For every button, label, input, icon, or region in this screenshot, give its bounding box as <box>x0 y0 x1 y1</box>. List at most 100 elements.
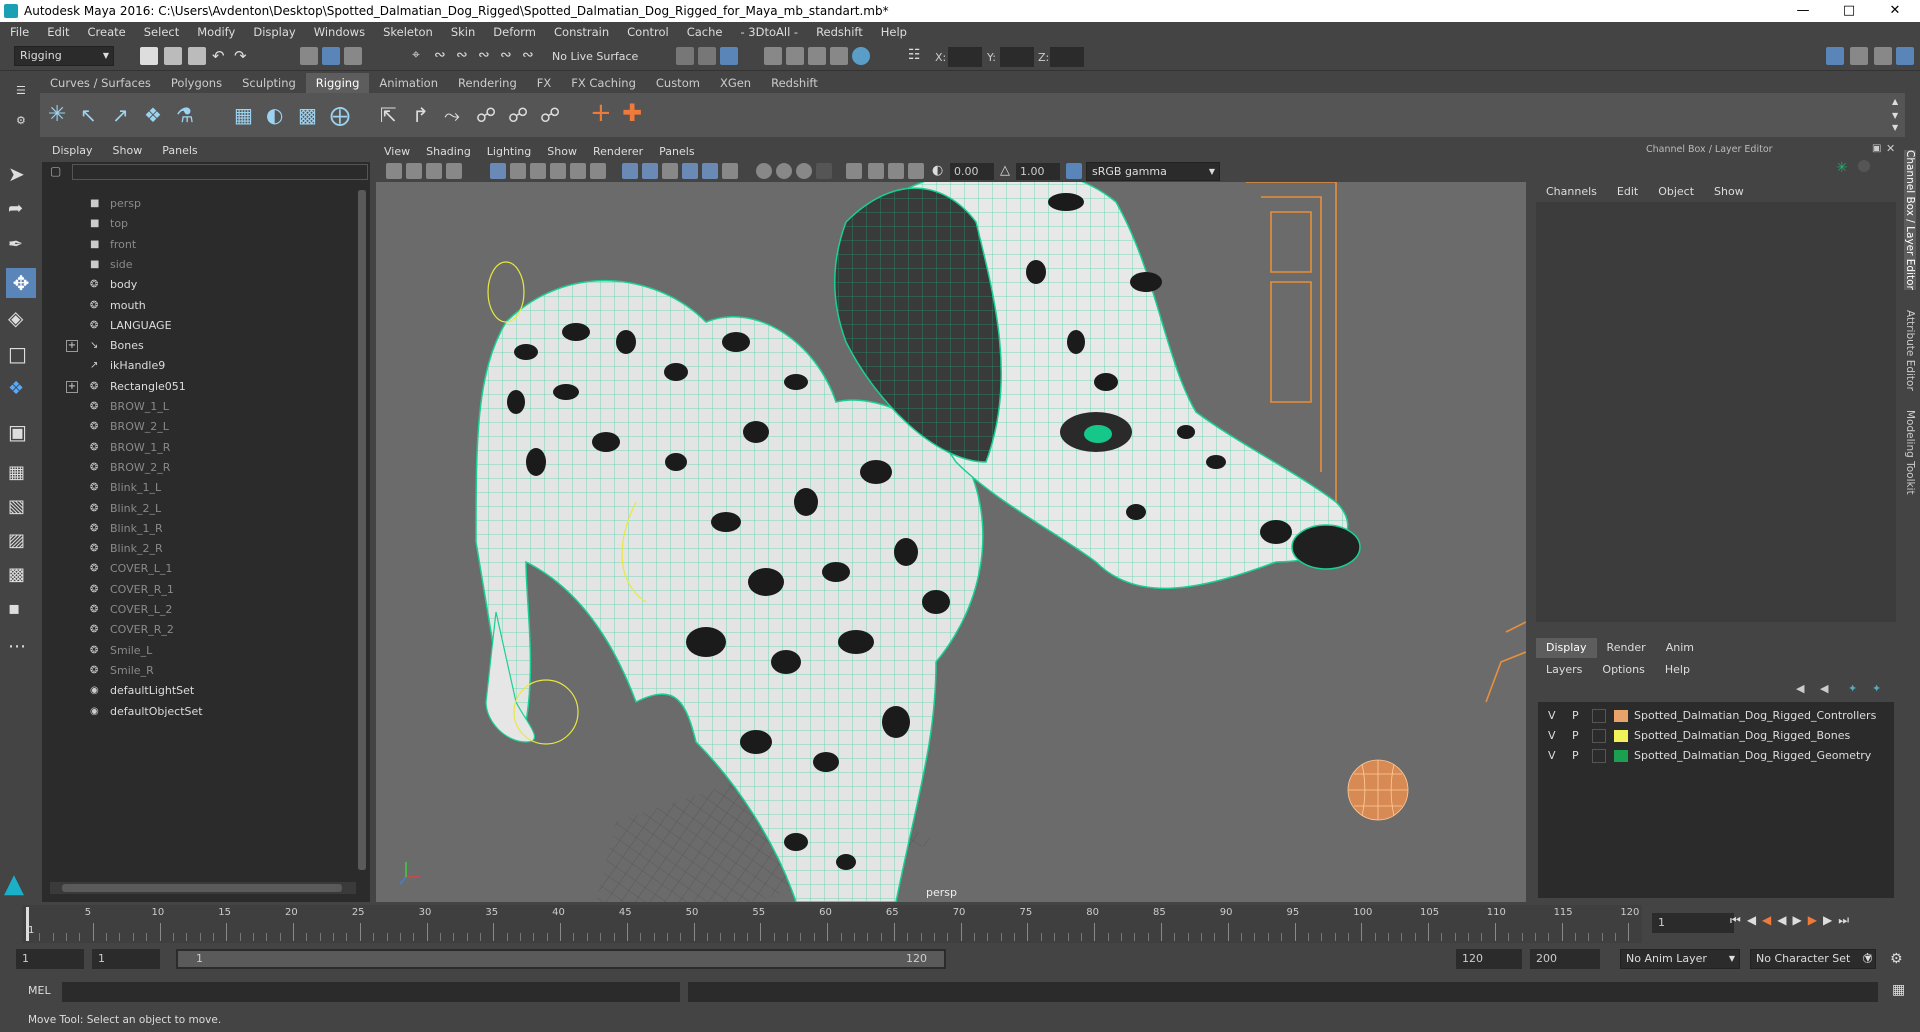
smooth-shade-icon[interactable] <box>642 163 658 179</box>
anim-layer-dropdown[interactable]: No Anim Layer ▼ <box>1620 949 1740 969</box>
outliner-item-front[interactable]: ■ front <box>50 235 350 255</box>
viewport-menu-panels[interactable]: Panels <box>651 142 702 162</box>
outliner-item-cover-r-1[interactable]: ❂ COVER_R_1 <box>50 580 350 600</box>
outliner-item-rectangle051[interactable]: + ❂ Rectangle051 <box>50 377 350 397</box>
color-management-icon[interactable] <box>1066 163 1082 179</box>
current-frame-field[interactable]: 1 <box>1652 913 1734 933</box>
time-slider[interactable]: 1 5 10 15 20 25 30 35 40 45 50 55 60 65 70 75 80 85 90 95 1… <box>22 905 1642 943</box>
hypershade-icon[interactable] <box>830 47 848 65</box>
layer-color-swatch[interactable] <box>1614 710 1628 722</box>
parent-constraint-icon[interactable]: + <box>590 100 614 126</box>
menu-skeleton[interactable]: Skeleton <box>373 22 441 43</box>
lattice-link-icon[interactable]: ☍ <box>508 103 532 127</box>
save-scene-icon[interactable] <box>188 47 206 65</box>
snap-surface-icon[interactable]: ∾ <box>500 47 518 65</box>
antialiasing-icon[interactable] <box>816 163 832 179</box>
render-settings-icon[interactable] <box>808 47 826 65</box>
layer-display-type[interactable] <box>1592 749 1606 763</box>
lattice-icon[interactable]: ▩ <box>298 103 322 127</box>
joint-tool-icon[interactable]: ✳ <box>48 103 72 127</box>
bookmark-icon[interactable] <box>426 163 442 179</box>
menu-constrain[interactable]: Constrain <box>544 22 617 43</box>
expand-icon[interactable]: + <box>66 340 78 353</box>
menu-modify[interactable]: Modify <box>187 22 243 43</box>
outliner-item-brow-2-l[interactable]: ❂ BROW_2_L <box>50 417 350 437</box>
mel-label[interactable]: MEL <box>28 984 51 997</box>
side-tab-channel-box-layer-editor[interactable]: Channel Box / Layer Editor <box>1904 150 1916 290</box>
outliner-item-smile-r[interactable]: ❂ Smile_R <box>50 661 350 681</box>
shelf-tab-fx-caching[interactable]: FX Caching <box>561 73 646 93</box>
layer-move-up-icon[interactable]: ◀ <box>1796 682 1804 695</box>
wireframe-icon[interactable] <box>622 163 638 179</box>
shadows-icon[interactable] <box>756 163 772 179</box>
new-scene-icon[interactable] <box>140 47 158 65</box>
layer-menu-help[interactable]: Help <box>1655 660 1700 680</box>
viewport-menu-renderer[interactable]: Renderer <box>585 142 651 162</box>
new-layer-selected-icon[interactable]: ✦ <box>1872 682 1881 695</box>
safe-action-icon[interactable] <box>590 163 606 179</box>
layer-row[interactable]: V P Spotted_Dalmatian_Dog_Rigged_Controlle… <box>1544 706 1884 726</box>
field-chart-icon[interactable] <box>570 163 586 179</box>
outliner-scroll-thumb[interactable] <box>358 190 366 870</box>
snap-grid-icon[interactable]: ⌖ <box>412 47 430 65</box>
layer-color-swatch[interactable] <box>1614 750 1628 762</box>
xray-components-icon[interactable] <box>908 163 924 179</box>
step-back-icon[interactable]: ◀ <box>1747 913 1762 927</box>
menu-display[interactable]: Display <box>243 22 303 43</box>
menu-file[interactable]: File <box>0 22 37 43</box>
range-slider[interactable]: 1 120 <box>176 949 946 969</box>
ik-curve-icon[interactable]: ⤳ <box>444 103 468 127</box>
channel-box-menu-object[interactable]: Object <box>1648 182 1704 202</box>
textured-icon[interactable] <box>702 163 718 179</box>
outliner-item-language[interactable]: ❂ LANGUAGE <box>50 316 350 336</box>
menu-deform[interactable]: Deform <box>483 22 544 43</box>
outliner-item-side[interactable]: ■ side <box>50 255 350 275</box>
script-editor-icon[interactable]: ▦ <box>1892 982 1905 998</box>
side-tab-modeling-toolkit[interactable]: Modeling Toolkit <box>1904 410 1916 495</box>
outliner-vertical-scrollbar[interactable] <box>358 190 366 870</box>
outliner-item-blink-1-r[interactable]: ❂ Blink_1_R <box>50 519 350 539</box>
play-forward-icon[interactable]: ▶ <box>1793 913 1808 927</box>
channel-box-toggle-icon[interactable] <box>1896 47 1914 65</box>
outliner-item-mouth[interactable]: ❂ mouth <box>50 296 350 316</box>
shelf-settings-icon[interactable]: ⚙ <box>16 114 26 127</box>
outliner-item-brow-1-r[interactable]: ❂ BROW_1_R <box>50 438 350 458</box>
outliner-item-cover-l-1[interactable]: ❂ COVER_L_1 <box>50 559 350 579</box>
layer-visibility-toggle[interactable]: V <box>1548 706 1556 726</box>
prev-key-icon[interactable]: ◀ <box>1762 913 1777 927</box>
menu-3dtoall[interactable]: - 3DtoAll - <box>730 22 806 43</box>
outliner-item-persp[interactable]: ■ persp <box>50 194 350 214</box>
render-view-icon[interactable] <box>852 47 870 65</box>
shelf-tab-animation[interactable]: Animation <box>369 73 448 93</box>
ik-handle-icon[interactable]: ⇱ <box>380 103 404 127</box>
outliner-item-body[interactable]: ❂ body <box>50 275 350 295</box>
z-field[interactable] <box>1050 47 1084 67</box>
shelf-tab-redshift[interactable]: Redshift <box>761 73 828 93</box>
outliner-horizontal-scrollbar[interactable] <box>50 882 356 894</box>
channel-box-menu-channels[interactable]: Channels <box>1536 182 1607 202</box>
preferences-icon[interactable]: ⚙ <box>1890 951 1903 967</box>
layer-playback-toggle[interactable]: P <box>1572 706 1579 726</box>
attribute-editor-toggle-icon[interactable] <box>1850 47 1868 65</box>
isolate-select-icon[interactable] <box>846 163 862 179</box>
go-to-end-icon[interactable]: ⏭ <box>1838 913 1855 927</box>
menu-select[interactable]: Select <box>134 22 187 43</box>
insert-joint-icon[interactable]: ↖ <box>80 103 104 127</box>
y-field[interactable] <box>1000 47 1034 67</box>
camera-attributes-icon[interactable] <box>406 163 422 179</box>
live-surface-field[interactable]: No Live Surface <box>552 48 638 66</box>
layer-move-down-icon[interactable]: ◀ <box>1820 682 1828 695</box>
outliner-hscroll-thumb[interactable] <box>62 884 342 892</box>
shelf-tab-custom[interactable]: Custom <box>646 73 710 93</box>
animation-start-field[interactable]: 1 <box>16 949 84 969</box>
gate-mask-icon[interactable] <box>550 163 566 179</box>
construction-history-icon[interactable] <box>720 47 738 65</box>
ipr-render-icon[interactable] <box>786 47 804 65</box>
locator-link-icon[interactable]: ☍ <box>476 103 500 127</box>
go-to-start-icon[interactable]: ⏮ <box>1730 913 1747 927</box>
film-gate-icon[interactable] <box>510 163 526 179</box>
cluster-icon[interactable]: ⨁ <box>330 103 354 127</box>
snap-view-icon[interactable]: ∾ <box>478 47 496 65</box>
menu-windows[interactable]: Windows <box>304 22 373 43</box>
animation-end-field[interactable]: 200 <box>1530 949 1600 969</box>
